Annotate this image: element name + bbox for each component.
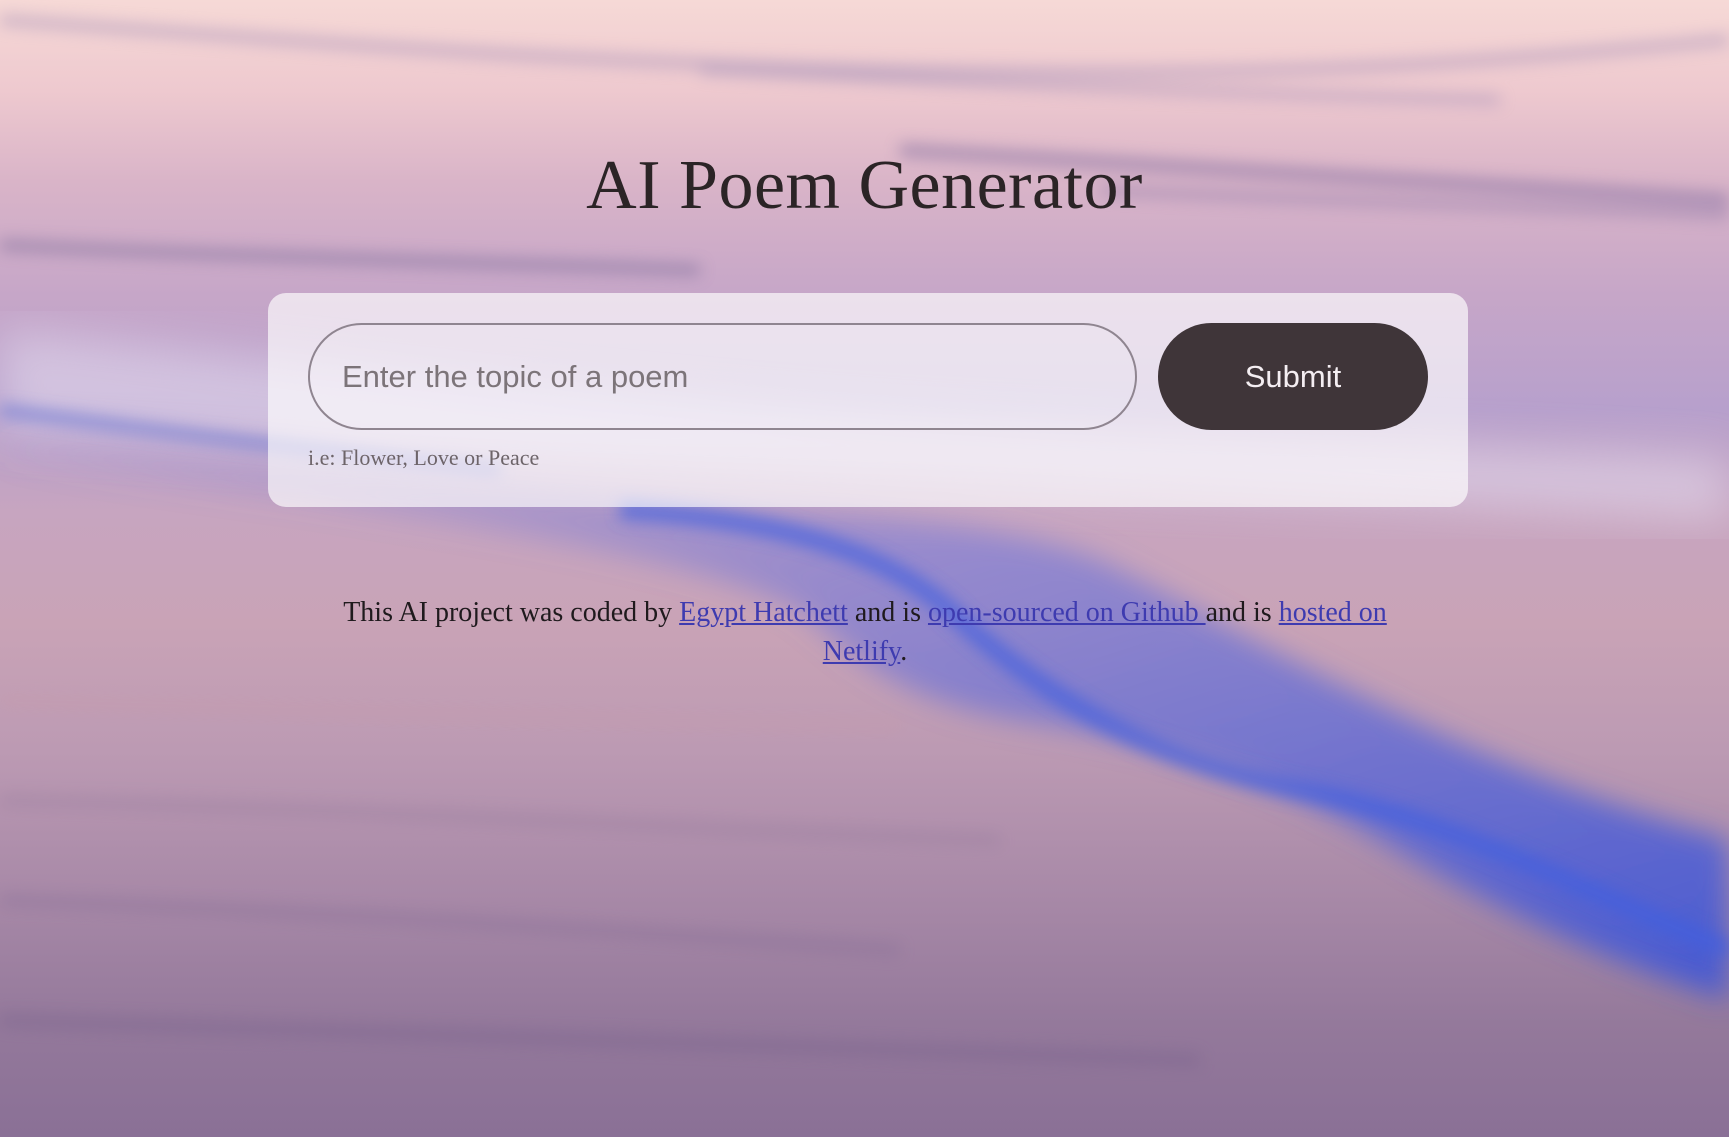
page: AI Poem Generator Submit i.e: Flower, Lo… (0, 0, 1729, 1137)
footer-text: and is (1205, 597, 1279, 628)
poem-form-card: Submit i.e: Flower, Love or Peace (268, 293, 1468, 507)
input-hint: i.e: Flower, Love or Peace (308, 445, 540, 470)
author-link[interactable]: Egypt Hatchett (679, 597, 848, 628)
footer-text: This AI project was coded by (343, 597, 680, 628)
footer-credits: This AI project was coded by Egypt Hatch… (330, 593, 1400, 671)
page-title: AI Poem Generator (586, 147, 1143, 224)
github-link[interactable]: open-sourced on Github (928, 597, 1206, 628)
submit-button[interactable]: Submit (1158, 323, 1428, 430)
footer-text: and is (847, 597, 928, 628)
topic-input[interactable] (308, 323, 1137, 430)
footer-text: . (900, 636, 908, 667)
